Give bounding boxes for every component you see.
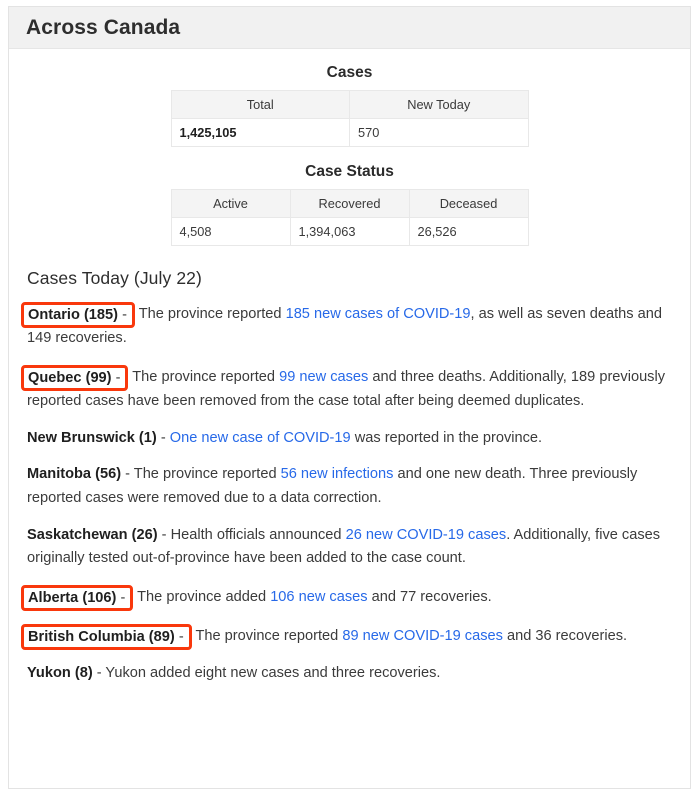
province-label: Manitoba (56) - [27,466,130,482]
column-header-total: Total [170,90,350,119]
cases-table-caption: Cases [326,64,373,81]
province-name: British Columbia (89) [28,629,175,646]
case-status-table-caption: Case Status [305,163,394,180]
province-entry: Quebec (99) - The province reported 99 n… [21,364,672,414]
province-name: Yukon (8) [27,665,93,682]
entry-dash: - [111,369,121,386]
province-entry: Saskatchewan (26) - Health officials ann… [27,524,672,571]
entry-text-after-link: and 36 recoveries. [502,628,628,645]
entry-source-link[interactable]: 56 new infections [281,466,394,482]
cases-today-section: Cases Today (July 22) Ontario (185) - Th… [9,268,690,686]
entry-dash: - [118,307,127,323]
province-label: New Brunswick (1) - [27,430,166,446]
entry-text-before-link: The province reported [195,628,343,645]
cell-active: 4,508 [170,217,291,246]
province-entry-list: Ontario (185) - The province reported 18… [21,301,672,686]
card-header: Across Canada [9,7,690,49]
cell-recovered: 1,394,063 [289,217,410,246]
province-entry: Alberta (106) - The province added 106 n… [21,584,672,612]
entry-dash: - [92,665,102,682]
province-entry: New Brunswick (1) - One new case of COVI… [27,427,672,451]
entry-text-before-link: The province reported [133,466,281,483]
province-label-highlighted: Alberta (106) - [21,584,134,612]
province-label: Saskatchewan (26) - [27,527,167,543]
province-name: Manitoba (56) [27,466,122,483]
province-entry: British Columbia (89) - The province rep… [21,623,672,651]
cases-table: Total New Today 1,425,105 570 [170,90,529,147]
entry-text-before-link: Health officials announced [170,526,346,543]
column-header-recovered: Recovered [289,189,410,218]
column-header-new-today: New Today [349,90,529,119]
card-body: Cases Total New Today 1,425,105 570 Case… [9,64,690,686]
entry-text-before-link: The province reported [138,306,286,322]
cases-table-block: Cases Total New Today 1,425,105 570 [9,64,690,147]
entry-dash: - [116,589,126,606]
across-canada-card: Across Canada Cases Total New Today 1,42… [8,6,691,789]
page-title: Across Canada [26,15,181,39]
table-header-row: Total New Today [170,90,529,119]
province-label-highlighted: British Columbia (89) - [21,624,192,651]
case-status-table: Active Recovered Deceased 4,508 1,394,06… [170,189,529,246]
entry-text-before-link: Yukon added eight new cases and three re… [105,665,441,682]
province-entry: Yukon (8) - Yukon added eight new cases … [27,662,672,686]
table-row: 4,508 1,394,063 26,526 [170,217,529,246]
entry-text-after-link: and 77 recoveries. [367,588,492,605]
cell-deceased: 26,526 [408,217,529,246]
province-name: Alberta (106) [28,589,117,606]
column-header-deceased: Deceased [408,189,529,218]
entry-dash: - [121,466,130,483]
entry-source-link[interactable]: One new case of COVID-19 [170,430,351,446]
cases-today-heading: Cases Today (July 22) [27,268,202,288]
table-header-row: Active Recovered Deceased [170,189,529,218]
province-label-highlighted: Ontario (185) - [21,302,135,329]
entry-source-link[interactable]: 89 new COVID-19 cases [342,628,503,644]
cell-total-cases: 1,425,105 [170,118,350,147]
entry-text-after-link: was reported in the province. [350,429,543,446]
entry-dash: - [174,629,184,646]
cell-new-today-cases: 570 [349,118,529,147]
province-name: Ontario (185) [28,307,119,323]
table-row: 1,425,105 570 [170,118,529,147]
province-entry: Manitoba (56) - The province reported 56… [27,463,672,510]
province-label-highlighted: Quebec (99) - [21,364,129,392]
province-entry: Ontario (185) - The province reported 18… [21,301,672,351]
entry-source-link[interactable]: 185 new cases of COVID-19 [286,306,471,322]
entry-dash: - [157,526,167,543]
entry-source-link[interactable]: 26 new COVID-19 cases [346,527,507,543]
province-label: Yukon (8) - [27,665,102,681]
province-name: Saskatchewan (26) [27,526,158,543]
entry-dash: - [156,429,166,446]
entry-text-before-link: The province reported [132,368,280,385]
province-name: Quebec (99) [28,369,112,386]
column-header-active: Active [170,189,291,218]
entry-text-before-link: The province added [137,588,271,605]
province-name: New Brunswick (1) [27,429,157,446]
entry-source-link[interactable]: 99 new cases [279,369,368,385]
case-status-table-block: Case Status Active Recovered Deceased 4,… [9,163,690,246]
entry-source-link[interactable]: 106 new cases [270,589,367,605]
